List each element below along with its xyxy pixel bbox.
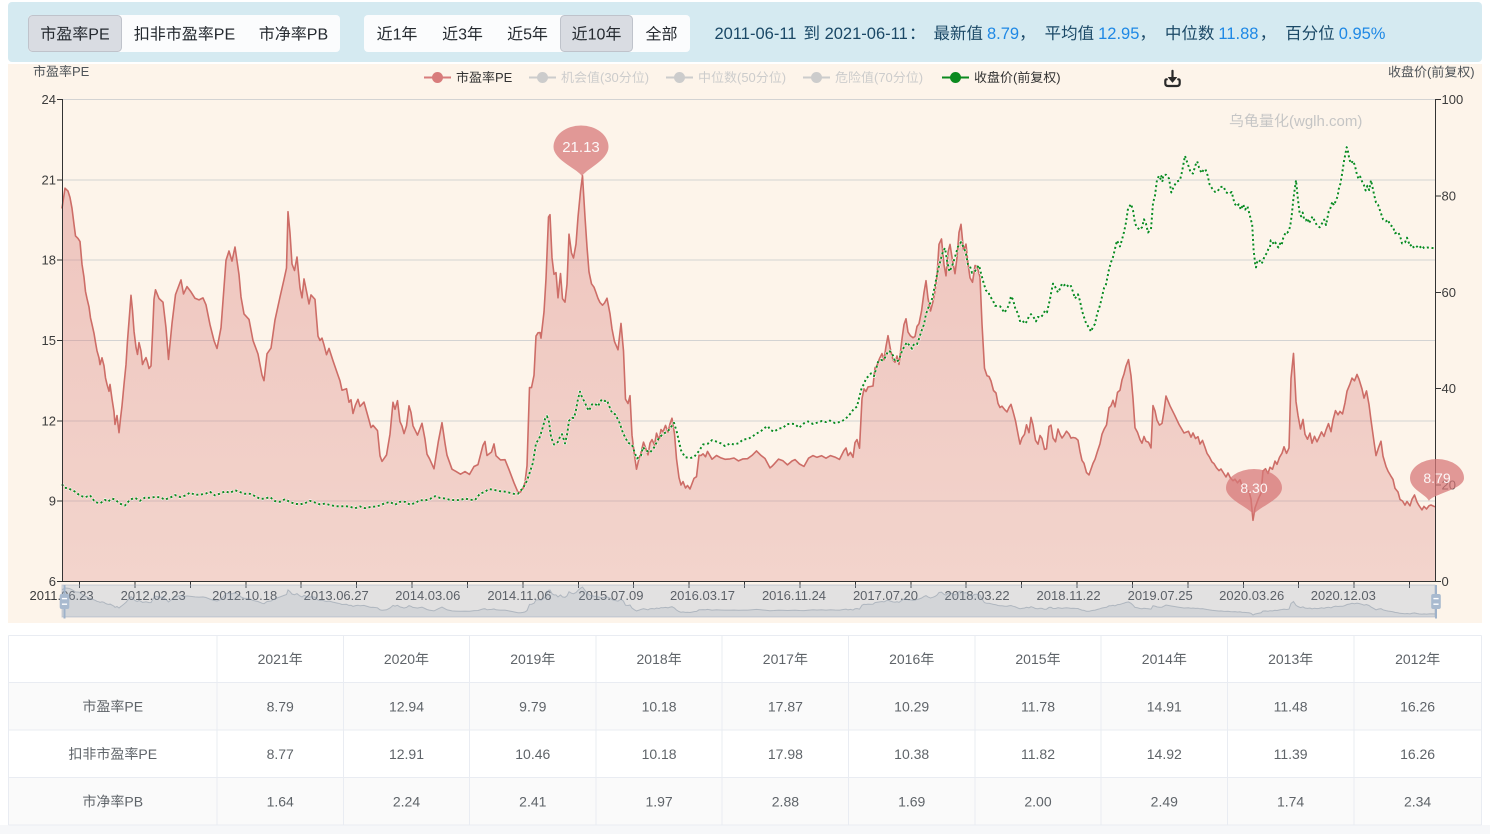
svg-text:): ) [782,70,786,85]
svg-text:2.00: 2.00 [1024,793,1051,809]
svg-text:1.97: 1.97 [645,793,672,809]
svg-text:1.69: 1.69 [898,793,925,809]
svg-text:PE: PE [72,64,90,79]
svg-text:6: 6 [49,574,56,589]
svg-text:10.18: 10.18 [642,698,677,714]
svg-text:2021: 2021 [258,651,289,667]
svg-text:2011-06-11: 2011-06-11 [715,25,802,43]
svg-text:8.79: 8.79 [267,698,294,714]
svg-text:(50: (50 [737,70,756,85]
svg-text:10.38: 10.38 [894,746,929,762]
svg-text:9: 9 [49,494,56,509]
svg-text:11.88: 11.88 [1218,25,1258,43]
svg-text:2016: 2016 [889,651,920,667]
svg-text:16.26: 16.26 [1400,698,1435,714]
svg-text:8.79: 8.79 [987,25,1019,43]
svg-text:1.64: 1.64 [267,793,294,809]
svg-text:11.39: 11.39 [1274,746,1308,762]
svg-text:17.87: 17.87 [768,698,803,714]
svg-text:2018: 2018 [637,651,668,667]
svg-text:2.24: 2.24 [393,793,420,809]
svg-text:12.91: 12.91 [389,746,424,762]
svg-text:0: 0 [1442,574,1449,589]
svg-text:10.29: 10.29 [894,698,929,714]
svg-text:60: 60 [1442,285,1456,300]
svg-text:PE: PE [214,27,235,44]
svg-text:12.94: 12.94 [389,698,424,714]
svg-text:PE: PE [138,746,157,762]
svg-text:2014: 2014 [1142,651,1173,667]
svg-text:10.46: 10.46 [515,746,550,762]
svg-text:2015: 2015 [1015,651,1046,667]
svg-text:2.88: 2.88 [772,793,799,809]
svg-text:PB: PB [124,793,143,809]
svg-text:): ) [1470,65,1474,80]
svg-text:10: 10 [588,27,606,44]
svg-text:): ) [645,70,649,85]
svg-text:0.95%: 0.95% [1339,25,1386,43]
svg-text:): ) [1056,70,1060,85]
svg-text:100: 100 [1442,92,1464,107]
svg-text:2.49: 2.49 [1151,793,1178,809]
svg-text:10.18: 10.18 [642,746,677,762]
svg-text:): ) [919,70,923,85]
svg-text:2017: 2017 [763,651,794,667]
svg-text:21: 21 [42,172,56,187]
svg-text:11.82: 11.82 [1021,746,1055,762]
svg-text:9.79: 9.79 [519,698,546,714]
svg-text:15: 15 [42,333,56,348]
svg-text:PB: PB [307,27,328,44]
svg-text:24: 24 [42,92,56,107]
svg-text:8.77: 8.77 [267,746,294,762]
svg-text:(70: (70 [874,70,893,85]
svg-text:(: ( [1013,70,1018,85]
svg-text:2013: 2013 [1268,651,1299,667]
svg-text:2019: 2019 [510,651,541,667]
svg-text:18: 18 [42,253,56,268]
svg-text:2020: 2020 [384,651,415,667]
svg-text:14.92: 14.92 [1147,746,1182,762]
svg-text:(: ( [1427,65,1432,80]
svg-text:12: 12 [42,413,56,428]
svg-text:8.79: 8.79 [1423,470,1450,486]
svg-text:16.26: 16.26 [1400,746,1435,762]
svg-text:5: 5 [523,27,532,44]
svg-text:1: 1 [393,27,402,44]
svg-text:40: 40 [1442,381,1456,396]
svg-text:11.48: 11.48 [1274,698,1308,714]
svg-text:(30: (30 [600,70,619,85]
svg-text:17.98: 17.98 [768,746,803,762]
svg-text:2.41: 2.41 [519,793,546,809]
svg-text:21.13: 21.13 [562,139,600,156]
svg-text:2012: 2012 [1395,651,1426,667]
svg-text:PE: PE [495,70,513,85]
svg-text:80: 80 [1442,188,1456,203]
svg-text:11.78: 11.78 [1021,698,1055,714]
svg-text:PE: PE [124,698,143,714]
svg-text:14.91: 14.91 [1147,698,1182,714]
svg-text:12.95: 12.95 [1098,25,1139,43]
svg-text:PE: PE [88,27,109,44]
svg-text:3: 3 [458,27,467,44]
svg-text:8.30: 8.30 [1240,480,1267,496]
svg-text:2.34: 2.34 [1404,793,1431,809]
svg-text:1.74: 1.74 [1277,793,1304,809]
svg-text:2021-06-11: 2021-06-11 [820,25,908,43]
svg-text:(wglh.com): (wglh.com) [1289,113,1362,130]
